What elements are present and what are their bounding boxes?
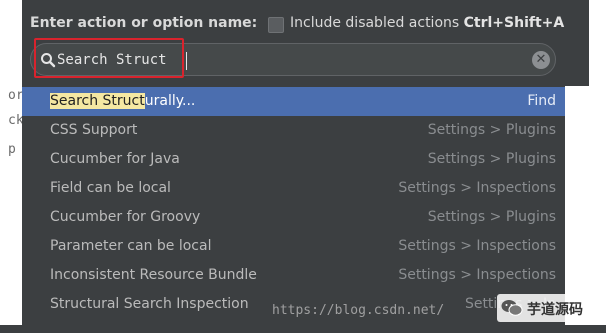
result-category: Settings > Plugins [427, 151, 556, 167]
result-item[interactable]: Field can be local Settings > Inspections [22, 174, 565, 203]
result-item[interactable]: Search Structurally... Find [22, 87, 565, 116]
result-name: Parameter can be local [50, 238, 211, 254]
result-name: Inconsistent Resource Bundle [50, 267, 257, 283]
search-field[interactable]: ✕ [30, 43, 556, 76]
result-item[interactable]: Parameter can be local Settings > Inspect… [22, 232, 565, 261]
result-category: Settings > Inspections [398, 267, 556, 283]
result-item[interactable]: CSS Support Settings > Plugins [22, 116, 565, 145]
include-disabled-label[interactable]: Include disabled actions Ctrl+Shift+A [290, 15, 564, 31]
popup-header: Enter action or option name: Include dis… [22, 0, 565, 86]
wechat-badge: 芋道源码 [497, 294, 601, 322]
result-name: Search Structurally... [50, 93, 195, 109]
result-name: Cucumber for Groovy [50, 209, 200, 225]
result-label: Field can be local [50, 180, 171, 196]
result-label: CSS Support [50, 122, 138, 138]
include-disabled-checkbox[interactable] [268, 17, 284, 33]
result-label: Cucumber for Groovy [50, 209, 201, 225]
result-name: Cucumber for Java [50, 151, 180, 167]
background-text: p [8, 142, 16, 157]
wechat-label: 芋道源码 [527, 302, 583, 318]
text-caret [186, 52, 187, 70]
result-name: Structural Search Inspection [50, 296, 249, 312]
result-category: Settings > Inspections [398, 238, 556, 254]
result-item[interactable]: Inconsistent Resource Bundle Settings > I… [22, 261, 565, 290]
find-action-popup: Enter action or option name: Include dis… [22, 0, 565, 333]
result-label: Cucumber for Java [50, 151, 180, 167]
bottom-edge [0, 325, 606, 333]
result-name: Field can be local [50, 180, 171, 196]
result-category: Settings > Inspections [398, 180, 556, 196]
search-icon [41, 53, 56, 68]
result-name: CSS Support [50, 122, 137, 138]
wechat-icon [501, 300, 523, 316]
editor-background: or ck p [0, 0, 24, 333]
shortcut-hint: Ctrl+Shift+A [463, 15, 565, 31]
result-label: Parameter can be local [50, 238, 212, 254]
result-match-highlight: Search Struct [50, 93, 145, 109]
popup-edge [565, 0, 589, 86]
search-input[interactable] [57, 50, 257, 70]
result-label: Structural Search Inspection [50, 296, 249, 312]
result-label: urally... [144, 93, 196, 109]
results-list: Search Structurally... Find CSS Support Set… [22, 87, 565, 319]
result-category: Settings > Plugins [427, 122, 556, 138]
prompt-label: Enter action or option name: [30, 15, 258, 31]
clear-icon[interactable]: ✕ [532, 51, 550, 69]
watermark-text: https://blog.csdn.net/ [272, 303, 445, 318]
result-label: Inconsistent Resource Bundle [50, 267, 257, 283]
result-item[interactable]: Cucumber for Java Settings > Plugins [22, 145, 565, 174]
result-category: Settings > Plugins [427, 209, 556, 225]
result-category: Find [527, 93, 556, 109]
result-item[interactable]: Cucumber for Groovy Settings > Plugins [22, 203, 565, 232]
include-disabled-text: Include disabled actions [290, 15, 464, 31]
right-background [565, 0, 606, 333]
